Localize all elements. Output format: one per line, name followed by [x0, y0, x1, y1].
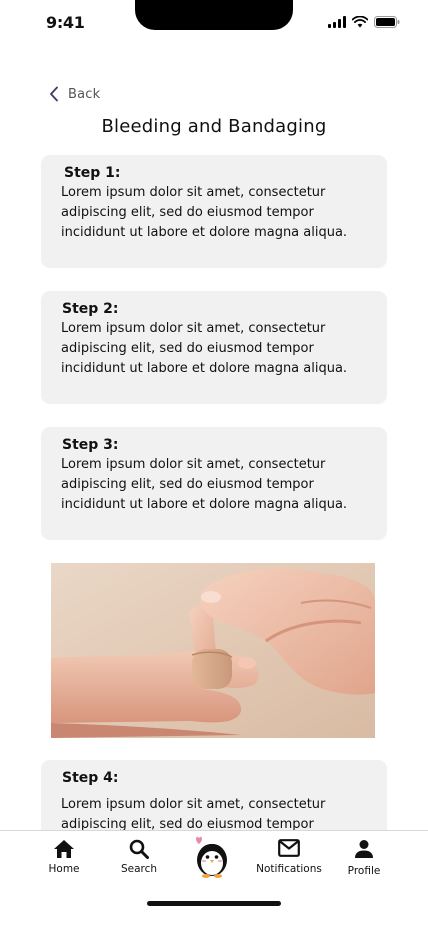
step-text: Lorem ipsum dolor sit amet, consectetur …: [61, 797, 326, 830]
nav-item-mascot[interactable]: [190, 835, 234, 879]
back-label: Back: [68, 86, 101, 102]
step-title: Step 1:: [64, 165, 121, 181]
step-text: Lorem ipsum dolor sit amet, consectetur …: [61, 321, 348, 376]
step-title: Step 2:: [62, 301, 119, 317]
nav-label: Home: [48, 863, 80, 875]
scroll-content[interactable]: Back Bleeding and Bandaging Step 1: Lore…: [0, 0, 428, 830]
step-card-4: Step 4: Lorem ipsum dolor sit amet, cons…: [41, 760, 387, 830]
nav-label: Search: [120, 863, 158, 875]
step-text: Lorem ipsum dolor sit amet, consectetur …: [61, 457, 348, 512]
step-card-2: Step 2: Lorem ipsum dolor sit amet, cons…: [41, 291, 387, 404]
chevron-left-icon: [50, 86, 58, 102]
nav-item-notifications[interactable]: Notifications: [256, 839, 322, 875]
penguin-mascot-icon: [196, 836, 227, 878]
bottom-nav: Home Search Notifications Profile: [0, 830, 428, 926]
step-text: Lorem ipsum dolor sit amet, consectetur …: [61, 185, 348, 240]
nav-label: Profile: [347, 865, 381, 877]
nav-item-profile[interactable]: Profile: [346, 839, 382, 877]
step-card-1: Step 1: Lorem ipsum dolor sit amet, cons…: [41, 155, 387, 268]
mail-icon: [278, 839, 300, 857]
bandaged-finger-image: [51, 563, 375, 738]
home-icon: [54, 840, 74, 858]
search-icon: [129, 839, 149, 859]
nav-item-search[interactable]: Search: [121, 839, 157, 875]
home-indicator[interactable]: [147, 901, 281, 906]
step-title: Step 4:: [62, 770, 119, 786]
step-title: Step 3:: [62, 437, 119, 453]
profile-icon: [355, 840, 373, 858]
nav-item-home[interactable]: Home: [48, 839, 80, 875]
page-title: Bleeding and Bandaging: [101, 116, 327, 137]
nav-label: Notifications: [256, 863, 322, 875]
step-card-3: Step 3: Lorem ipsum dolor sit amet, cons…: [41, 427, 387, 540]
back-button[interactable]: Back: [48, 86, 100, 102]
bandaged-finger-photo: [51, 563, 375, 738]
